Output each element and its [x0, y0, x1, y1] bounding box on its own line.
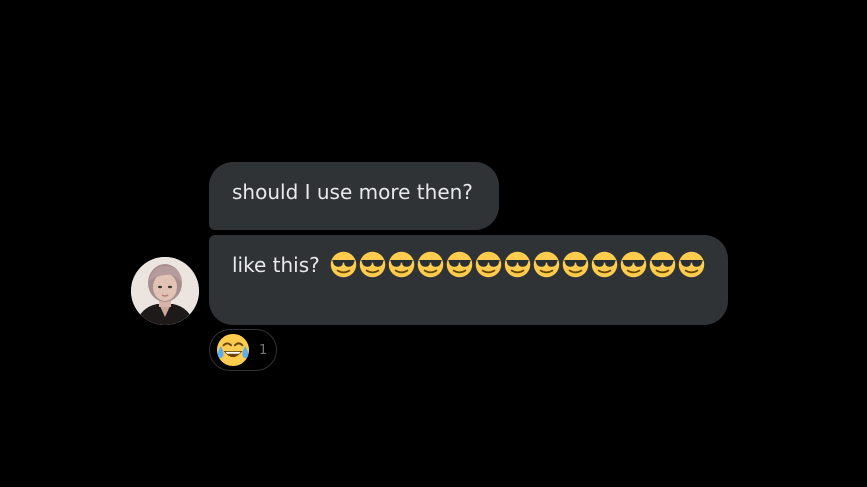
smiling-face-with-sunglasses-icon — [446, 251, 473, 278]
message-text: should I use more then? — [232, 180, 473, 204]
smiling-face-with-sunglasses-icon — [591, 251, 618, 278]
reaction-count: 1 — [259, 342, 268, 358]
message-bubble[interactable]: like this? — [209, 235, 728, 325]
smiling-face-with-sunglasses-icon — [562, 251, 589, 278]
emoji-sequence — [330, 251, 707, 278]
smiling-face-with-sunglasses-icon — [649, 251, 676, 278]
smiling-face-with-sunglasses-icon — [504, 251, 531, 278]
smiling-face-with-sunglasses-icon — [533, 251, 560, 278]
message-bubble[interactable]: should I use more then? — [209, 162, 499, 230]
smiling-face-with-sunglasses-icon — [678, 251, 705, 278]
smiling-face-with-sunglasses-icon — [330, 251, 357, 278]
smiling-face-with-sunglasses-icon — [475, 251, 502, 278]
sender-avatar[interactable] — [131, 257, 199, 325]
user-avatar-photo-icon — [131, 257, 199, 325]
smiling-face-with-sunglasses-icon — [359, 251, 386, 278]
face-with-tears-of-joy-icon — [216, 333, 250, 367]
smiling-face-with-sunglasses-icon — [417, 251, 444, 278]
smiling-face-with-sunglasses-icon — [388, 251, 415, 278]
reaction-pill[interactable]: 1 — [209, 329, 277, 371]
message-text: like this? — [232, 253, 320, 277]
smiling-face-with-sunglasses-icon — [620, 251, 647, 278]
